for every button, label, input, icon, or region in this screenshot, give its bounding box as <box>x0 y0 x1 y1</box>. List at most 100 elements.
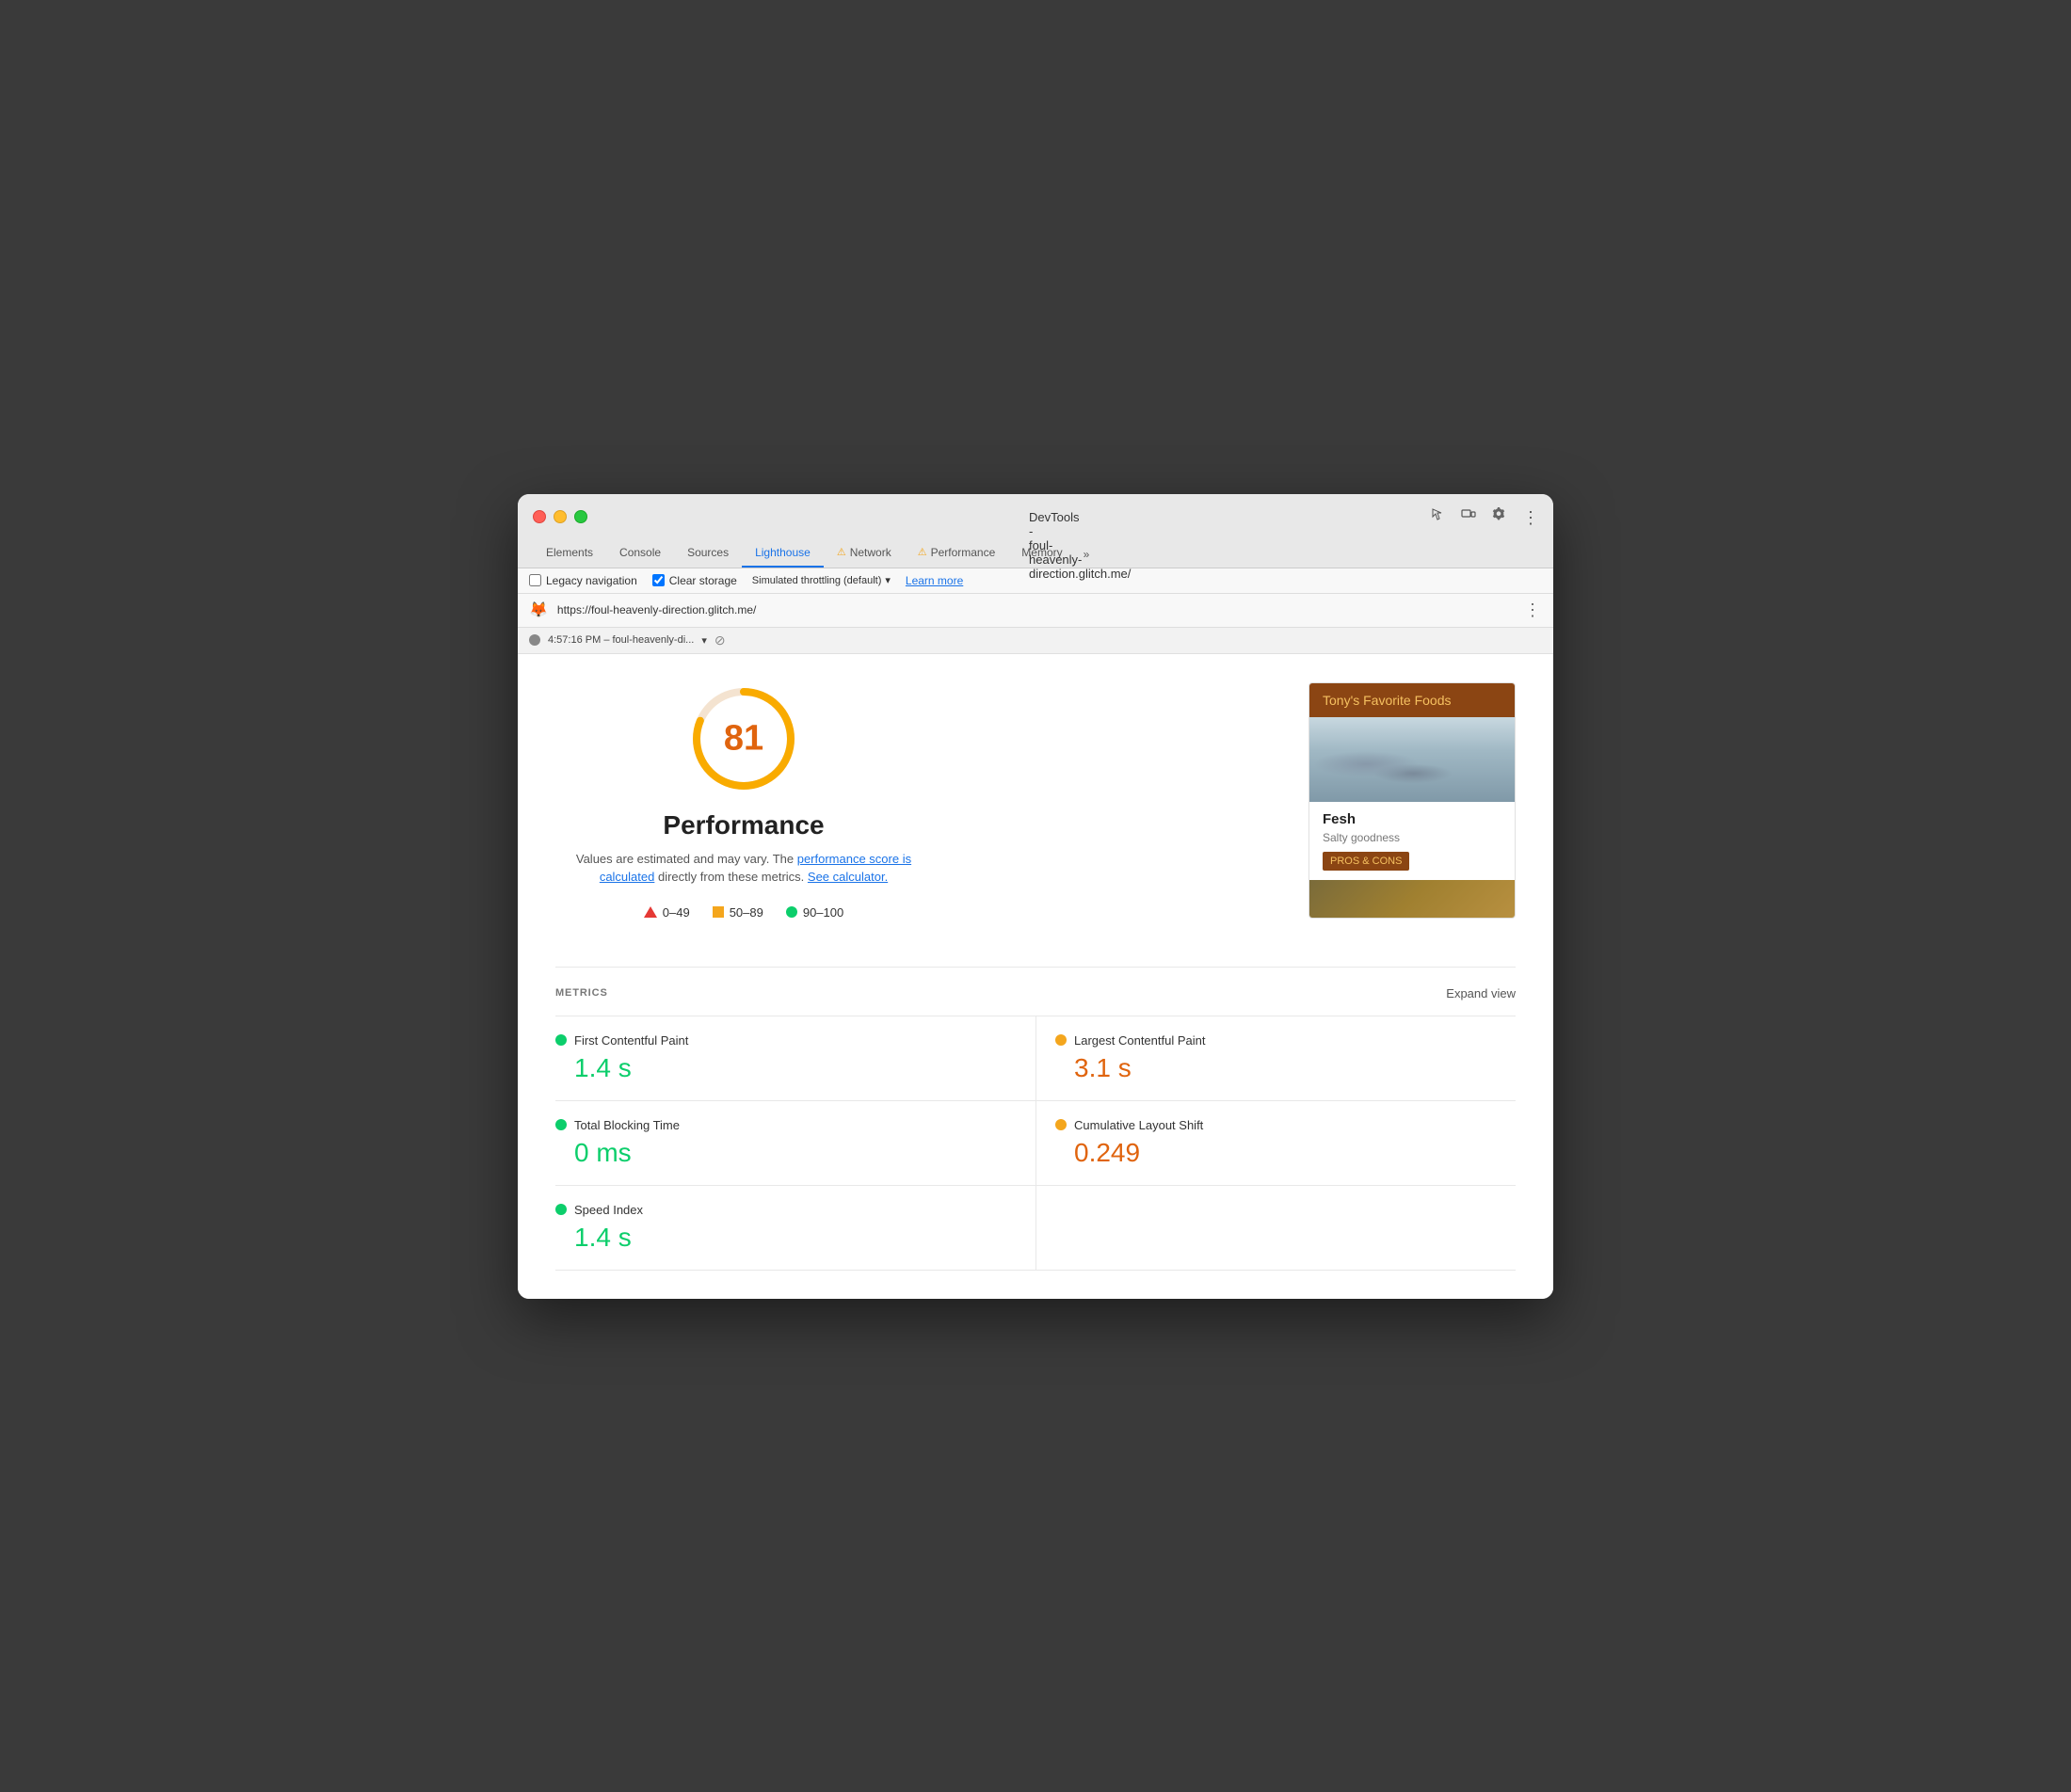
metric-lcp-dot <box>1055 1034 1067 1046</box>
performance-warning-icon: ⚠ <box>918 546 927 558</box>
metric-tbt-label: Total Blocking Time <box>574 1118 680 1132</box>
throttling-chevron-icon: ▾ <box>885 574 891 586</box>
network-warning-icon: ⚠ <box>837 546 846 558</box>
preview-item-subtitle: Salty goodness <box>1323 831 1501 844</box>
preview-card-bottom-image <box>1309 880 1515 918</box>
metric-fcp-label: First Contentful Paint <box>574 1033 688 1048</box>
preview-item-title: Fesh <box>1323 811 1501 827</box>
legacy-nav-label: Legacy navigation <box>546 574 637 587</box>
score-section: 81 Performance Values are estimated and … <box>555 682 1516 920</box>
legend-circle-icon <box>786 906 797 918</box>
tab-network[interactable]: ⚠ Network <box>824 539 905 568</box>
performance-title: Performance <box>663 810 824 840</box>
window-title: DevTools - foul-heavenly-direction.glitc… <box>1029 510 1042 523</box>
more-options-icon[interactable]: ⋮ <box>1519 505 1538 524</box>
legacy-nav-checkbox-group[interactable]: Legacy navigation <box>529 574 637 587</box>
legacy-nav-checkbox[interactable] <box>529 574 541 586</box>
calculator-link[interactable]: See calculator. <box>808 870 888 884</box>
metrics-section-label: METRICS <box>555 987 608 999</box>
url-bar: 🦊 https://foul-heavenly-direction.glitch… <box>518 594 1553 628</box>
legend-triangle-icon <box>644 906 657 918</box>
metric-si-name-row: Speed Index <box>555 1203 1017 1217</box>
lighthouse-panel: 81 Performance Values are estimated and … <box>518 654 1553 948</box>
metric-cls-label: Cumulative Layout Shift <box>1074 1118 1203 1132</box>
legend-item-0-49: 0–49 <box>644 905 690 920</box>
legend-label-0-49: 0–49 <box>663 905 690 920</box>
session-reload-icon[interactable]: ⊘ <box>714 632 726 648</box>
tab-elements[interactable]: Elements <box>533 539 606 568</box>
metric-empty <box>1036 1186 1516 1271</box>
url-text: https://foul-heavenly-direction.glitch.m… <box>557 603 756 616</box>
throttling-dropdown[interactable]: Simulated throttling (default) ▾ <box>752 574 891 586</box>
legend-label-50-89: 50–89 <box>730 905 763 920</box>
metrics-section: METRICS Expand view First Contentful Pai… <box>518 967 1553 1299</box>
metric-tbt-dot <box>555 1119 567 1130</box>
score-left: 81 Performance Values are estimated and … <box>555 682 932 920</box>
minimize-button[interactable] <box>554 510 567 523</box>
maximize-button[interactable] <box>574 510 587 523</box>
metric-si-dot <box>555 1204 567 1215</box>
close-button[interactable] <box>533 510 546 523</box>
score-legend: 0–49 50–89 90–100 <box>644 905 843 920</box>
tab-console[interactable]: Console <box>606 539 674 568</box>
score-ring: 81 <box>687 682 800 795</box>
clear-storage-checkbox[interactable] <box>652 574 665 586</box>
metrics-divider <box>555 967 1516 968</box>
url-more-options-icon[interactable]: ⋮ <box>1524 600 1542 620</box>
metric-tbt-name-row: Total Blocking Time <box>555 1118 1017 1132</box>
preview-card: Tony's Favorite Foods Fesh Salty goodnes… <box>1308 682 1516 919</box>
preview-card-image <box>1309 717 1515 802</box>
main-content: 81 Performance Values are estimated and … <box>518 654 1553 948</box>
settings-icon[interactable] <box>1489 505 1508 524</box>
metric-lcp-value: 3.1 s <box>1055 1053 1497 1083</box>
clear-storage-checkbox-group[interactable]: Clear storage <box>652 574 737 587</box>
metric-si-value: 1.4 s <box>555 1223 1017 1253</box>
tab-sources[interactable]: Sources <box>674 539 742 568</box>
legend-square-icon <box>713 906 724 918</box>
devtools-body: Legacy navigation Clear storage Simulate… <box>518 568 1553 1299</box>
clear-storage-label: Clear storage <box>669 574 737 587</box>
inspect-icon[interactable] <box>1429 505 1448 524</box>
session-dropdown-icon[interactable]: ▾ <box>701 634 707 647</box>
metric-lcp-name-row: Largest Contentful Paint <box>1055 1033 1497 1048</box>
preview-card-body: Fesh Salty goodness PROS & CONS <box>1309 802 1515 880</box>
legend-label-90-100: 90–100 <box>803 905 843 920</box>
legend-item-50-89: 50–89 <box>713 905 763 920</box>
tab-lighthouse[interactable]: Lighthouse <box>742 539 824 568</box>
metric-cls-name-row: Cumulative Layout Shift <box>1055 1118 1497 1132</box>
device-toggle-icon[interactable] <box>1459 505 1478 524</box>
url-bar-left: 🦊 https://foul-heavenly-direction.glitch… <box>529 600 756 619</box>
toolbar-icons: ⋮ <box>1429 505 1538 528</box>
metric-cls-value: 0.249 <box>1055 1138 1497 1168</box>
session-timestamp: 4:57:16 PM – foul-heavenly-di... <box>548 634 694 646</box>
metric-si-label: Speed Index <box>574 1203 643 1217</box>
metric-tbt-value: 0 ms <box>555 1138 1017 1168</box>
tab-performance[interactable]: ⚠ Performance <box>905 539 1009 568</box>
session-badge <box>529 634 540 646</box>
devtools-window: DevTools - foul-heavenly-direction.glitc… <box>518 494 1553 1299</box>
expand-view-button[interactable]: Expand view <box>1446 986 1516 1000</box>
metric-cls-dot <box>1055 1119 1067 1130</box>
metric-si: Speed Index 1.4 s <box>555 1186 1036 1271</box>
learn-more-link[interactable]: Learn more <box>906 574 963 587</box>
metric-tbt: Total Blocking Time 0 ms <box>555 1101 1036 1186</box>
metric-fcp-value: 1.4 s <box>555 1053 1017 1083</box>
metric-fcp-name-row: First Contentful Paint <box>555 1033 1017 1048</box>
performance-description: Values are estimated and may vary. The p… <box>555 850 932 887</box>
throttling-label: Simulated throttling (default) <box>752 575 882 586</box>
fish-image <box>1309 717 1515 802</box>
metric-fcp-dot <box>555 1034 567 1046</box>
session-row: 4:57:16 PM – foul-heavenly-di... ▾ ⊘ <box>518 628 1553 654</box>
metric-lcp: Largest Contentful Paint 3.1 s <box>1036 1016 1516 1101</box>
preview-card-header: Tony's Favorite Foods <box>1309 683 1515 717</box>
window-controls: DevTools - foul-heavenly-direction.glitc… <box>533 505 1538 528</box>
metric-cls: Cumulative Layout Shift 0.249 <box>1036 1101 1516 1186</box>
metric-lcp-label: Largest Contentful Paint <box>1074 1033 1205 1048</box>
title-bar: DevTools - foul-heavenly-direction.glitc… <box>518 494 1553 568</box>
site-icon: 🦊 <box>529 600 548 619</box>
pros-cons-button[interactable]: PROS & CONS <box>1323 852 1409 871</box>
metrics-grid: First Contentful Paint 1.4 s Largest Con… <box>555 1016 1516 1271</box>
metrics-header: METRICS Expand view <box>555 986 1516 1000</box>
metric-fcp: First Contentful Paint 1.4 s <box>555 1016 1036 1101</box>
legend-item-90-100: 90–100 <box>786 905 843 920</box>
